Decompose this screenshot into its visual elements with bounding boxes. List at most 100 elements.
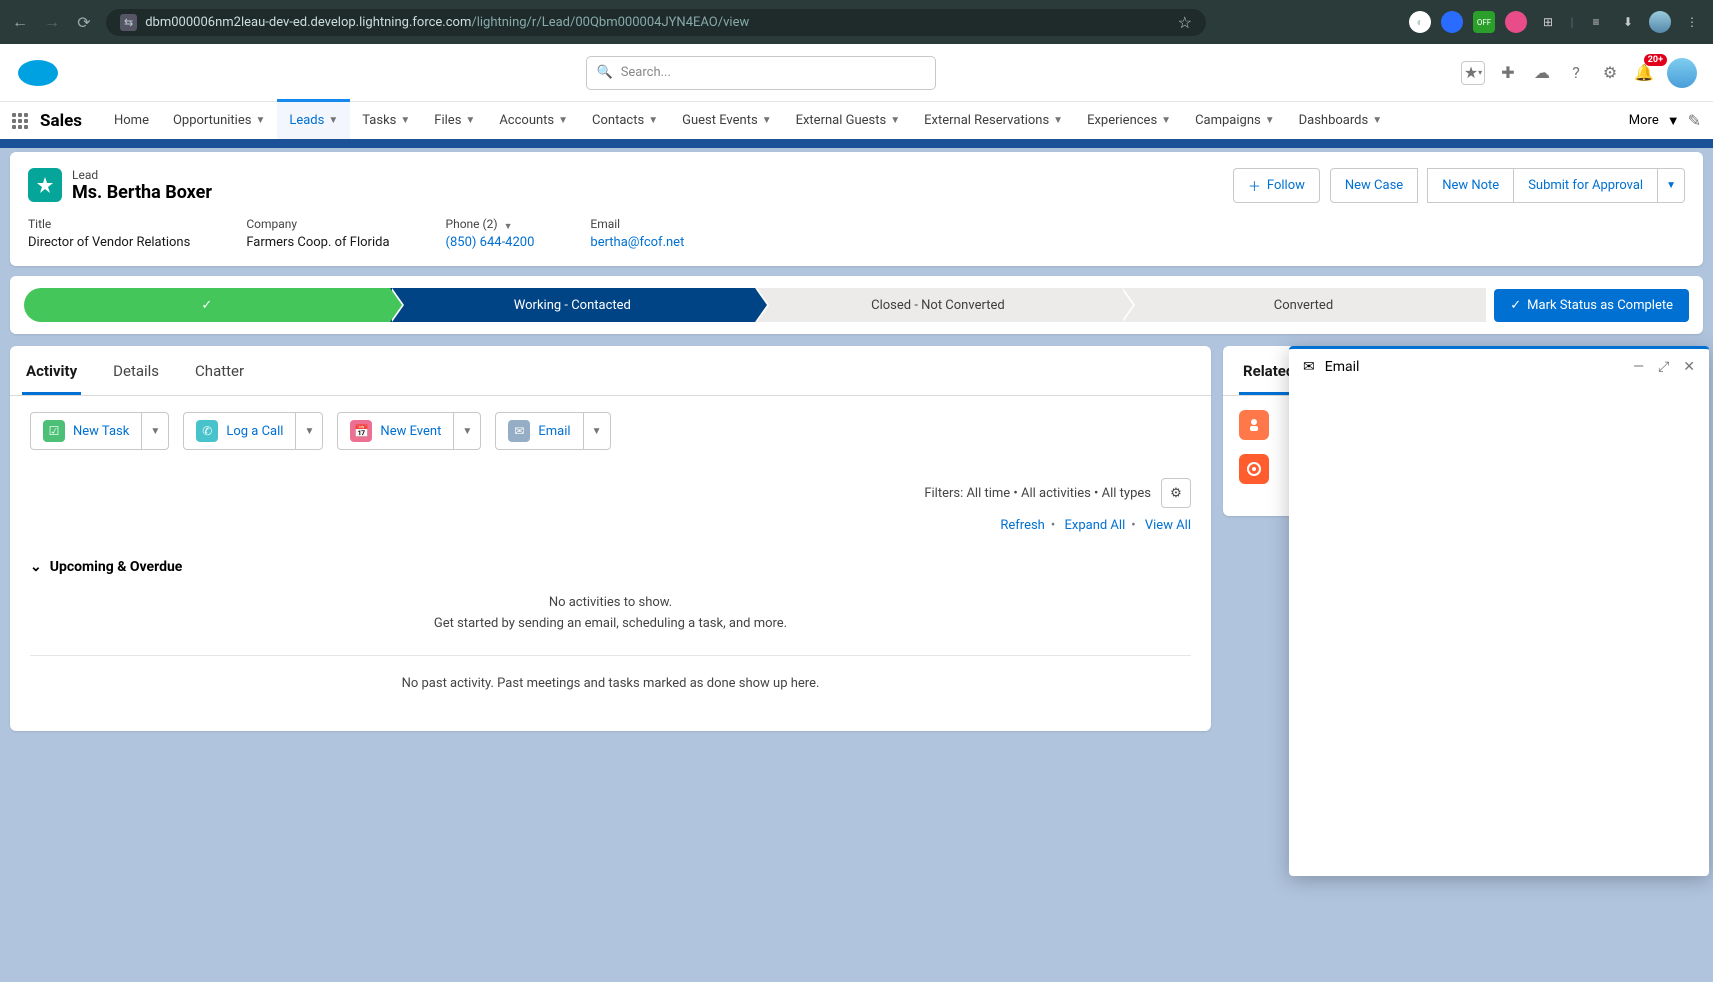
chevron-down-icon[interactable]: ▼ — [648, 115, 658, 126]
back-icon[interactable]: ← — [10, 12, 30, 32]
minimize-icon[interactable]: — — [1633, 359, 1644, 375]
expand-all-link[interactable]: Expand All — [1064, 518, 1125, 533]
new-task-menu[interactable]: ▼ — [141, 412, 169, 450]
nav-tasks[interactable]: Tasks▼ — [350, 101, 422, 141]
refresh-link[interactable]: Refresh — [1000, 518, 1044, 533]
nav-experiences[interactable]: Experiences▼ — [1075, 101, 1183, 141]
extension-icon-1[interactable]: ◐ — [1409, 11, 1431, 33]
global-actions-icon[interactable]: ✚ — [1497, 62, 1519, 84]
log-call-menu[interactable]: ▼ — [295, 412, 323, 450]
new-event-button[interactable]: 📅New Event — [337, 412, 453, 450]
chevron-down-icon[interactable]: ▼ — [328, 115, 338, 126]
nav-contacts[interactable]: Contacts▼ — [580, 101, 670, 141]
nav-more[interactable]: More▼ — [1621, 113, 1688, 129]
profile-avatar-icon[interactable] — [1649, 11, 1671, 33]
field-value-title: Director of Vendor Relations — [28, 235, 190, 250]
check-icon — [201, 298, 212, 313]
email-menu[interactable]: ▼ — [583, 412, 611, 450]
nav-external-guests[interactable]: External Guests▼ — [784, 101, 913, 141]
path-stage-complete[interactable] — [24, 288, 390, 322]
site-info-icon[interactable]: ⇆ — [120, 14, 137, 31]
chevron-down-icon[interactable]: ▼ — [890, 115, 900, 126]
chevron-down-icon[interactable]: ▼ — [1372, 115, 1382, 126]
chevron-down-icon[interactable]: ▼ — [762, 115, 772, 126]
upcoming-section-header[interactable]: ⌄ Upcoming & Overdue — [30, 559, 1191, 575]
search-placeholder: Search... — [621, 65, 671, 80]
chevron-down-icon[interactable]: ▼ — [1265, 115, 1275, 126]
chevron-down-icon[interactable]: ▼ — [1053, 115, 1063, 126]
new-note-button[interactable]: New Note — [1427, 168, 1514, 203]
nav-external-reservations[interactable]: External Reservations▼ — [912, 101, 1075, 141]
log-call-button[interactable]: ✆Log a Call — [183, 412, 295, 450]
field-label-email: Email — [590, 217, 684, 231]
record-name: Ms. Bertha Boxer — [72, 182, 212, 203]
url-text: dbm000006nm2leau-dev-ed.develop.lightnin… — [145, 15, 1169, 30]
lead-object-icon — [28, 168, 62, 202]
setup-gear-icon[interactable]: ⚙ — [1599, 62, 1621, 84]
path-stage-working[interactable]: Working - Contacted — [390, 288, 756, 322]
nav-campaigns[interactable]: Campaigns▼ — [1183, 101, 1287, 141]
new-event-menu[interactable]: ▼ — [453, 412, 481, 450]
edit-nav-icon[interactable]: ✎ — [1688, 111, 1701, 130]
tab-chatter[interactable]: Chatter — [191, 350, 248, 395]
submit-approval-button[interactable]: Submit for Approval — [1513, 168, 1658, 203]
salesforce-logo-icon[interactable] — [16, 58, 60, 88]
path-stage-closed[interactable]: Closed - Not Converted — [755, 288, 1121, 322]
record-header-card: Lead Ms. Bertha Boxer ＋Follow New Case N… — [10, 152, 1703, 266]
tab-activity[interactable]: Activity — [22, 350, 81, 395]
new-task-button[interactable]: ☑New Task — [30, 412, 141, 450]
activity-links: Refresh• Expand All• View All — [30, 518, 1191, 533]
mark-status-complete-button[interactable]: Mark Status as Complete — [1494, 289, 1689, 322]
global-search-input[interactable]: 🔍 Search... — [586, 56, 936, 90]
field-value-email[interactable]: bertha@fcof.net — [590, 235, 684, 250]
more-actions-button[interactable]: ▼ — [1657, 168, 1685, 203]
view-all-link[interactable]: View All — [1145, 518, 1191, 533]
menu-icon[interactable]: ⋮ — [1681, 11, 1703, 33]
gear-icon: ⚙ — [1170, 486, 1182, 501]
chevron-down-icon[interactable]: ▼ — [1161, 115, 1171, 126]
global-header: 🔍 Search... ★▾ ✚ ☁ ? ⚙ 🔔 — [0, 44, 1713, 102]
email-composer-popup: ✉ Email — ⤢ ✕ — [1289, 346, 1709, 876]
extension-icon-3[interactable]: OFF — [1473, 11, 1495, 33]
help-icon[interactable]: ? — [1565, 62, 1587, 84]
favorites-button[interactable]: ★▾ — [1461, 61, 1485, 85]
guidance-center-icon[interactable]: ☁ — [1531, 62, 1553, 84]
expand-icon[interactable]: ⤢ — [1658, 359, 1669, 375]
nav-accounts[interactable]: Accounts▼ — [487, 101, 580, 141]
reload-icon[interactable]: ⟳ — [74, 13, 94, 32]
tab-details[interactable]: Details — [109, 350, 163, 395]
chevron-down-icon[interactable]: ▼ — [255, 115, 265, 126]
nav-opportunities[interactable]: Opportunities▼ — [161, 101, 277, 141]
new-case-button[interactable]: New Case — [1330, 168, 1418, 203]
search-icon: 🔍 — [597, 65, 613, 80]
extensions-icon[interactable]: ⊞ — [1537, 11, 1559, 33]
nav-guest-events[interactable]: Guest Events▼ — [670, 101, 783, 141]
email-button[interactable]: ✉Email — [495, 412, 582, 450]
url-bar[interactable]: ⇆ dbm000006nm2leau-dev-ed.develop.lightn… — [106, 9, 1206, 36]
field-value-phone[interactable]: (850) 644-4200 — [446, 235, 535, 250]
chevron-down-icon: ⌄ — [30, 559, 42, 575]
chevron-down-icon[interactable]: ▼ — [558, 115, 568, 126]
separator: | — [1569, 11, 1575, 33]
chevron-down-icon[interactable]: ▼ — [465, 115, 475, 126]
nav-files[interactable]: Files▼ — [422, 101, 487, 141]
nav-home[interactable]: Home — [102, 101, 161, 141]
extension-icon-2[interactable] — [1441, 11, 1463, 33]
close-icon[interactable]: ✕ — [1683, 359, 1695, 375]
activity-settings-button[interactable]: ⚙ — [1161, 478, 1191, 508]
extension-icon-4[interactable] — [1505, 11, 1527, 33]
nav-leads[interactable]: Leads▼ — [277, 99, 350, 139]
downloads-icon[interactable]: ⬇ — [1617, 11, 1639, 33]
phone-icon: ✆ — [196, 420, 218, 442]
chevron-down-icon[interactable]: ▼ — [504, 221, 513, 232]
bookmark-star-icon[interactable]: ☆ — [1178, 13, 1192, 32]
reading-list-icon[interactable]: ≡ — [1585, 11, 1607, 33]
field-value-company: Farmers Coop. of Florida — [246, 235, 389, 250]
nav-dashboards[interactable]: Dashboards▼ — [1287, 101, 1395, 141]
chevron-down-icon[interactable]: ▼ — [400, 115, 410, 126]
notifications-bell-icon[interactable]: 🔔 — [1633, 62, 1655, 84]
path-stage-converted[interactable]: Converted — [1121, 288, 1487, 322]
follow-button[interactable]: ＋Follow — [1233, 168, 1320, 203]
user-avatar-icon[interactable] — [1667, 58, 1697, 88]
app-launcher-icon[interactable] — [12, 113, 28, 129]
